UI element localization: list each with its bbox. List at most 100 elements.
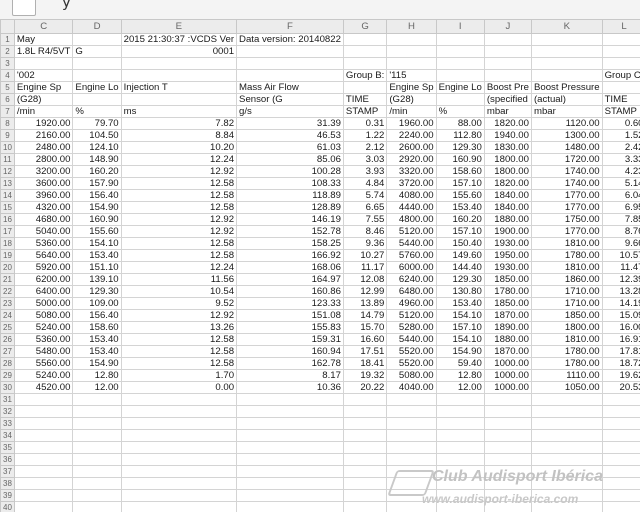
cell[interactable]: 5280.00 — [386, 321, 437, 334]
cell[interactable]: 160.90 — [72, 213, 122, 226]
cell[interactable]: Engine Lo — [72, 81, 122, 94]
cell[interactable]: 1.8L R4/5VT — [13, 45, 74, 58]
cell[interactable]: Injection T — [120, 81, 238, 94]
cell[interactable]: 1770.00 — [530, 201, 603, 214]
cell[interactable]: 2015 21:30:37 :VCDS Ver — [120, 33, 238, 46]
cell[interactable] — [236, 501, 344, 512]
cell[interactable]: 1.22 — [342, 129, 388, 142]
cell[interactable]: 6.65 — [342, 201, 388, 214]
cell[interactable]: 1710.00 — [530, 297, 603, 310]
cell[interactable]: 4440.00 — [386, 201, 437, 214]
cell[interactable]: Group B: — [342, 69, 388, 82]
cell[interactable] — [72, 33, 122, 46]
cell[interactable] — [13, 477, 74, 490]
cell[interactable] — [120, 477, 238, 490]
cell[interactable]: 1870.00 — [483, 345, 532, 358]
cell[interactable]: 15.70 — [342, 321, 388, 334]
row-header[interactable]: 34 — [0, 429, 15, 442]
cell[interactable]: Boost Pre — [483, 81, 532, 94]
cell[interactable]: 1780.00 — [530, 345, 603, 358]
row-header[interactable]: 37 — [0, 465, 15, 478]
cell[interactable] — [386, 489, 437, 502]
cell[interactable] — [72, 57, 122, 70]
cell[interactable] — [435, 57, 485, 70]
cell[interactable] — [386, 501, 437, 512]
cell[interactable]: 1300.00 — [530, 129, 603, 142]
cell[interactable]: 139.10 — [72, 273, 122, 286]
cell[interactable]: 160.20 — [435, 213, 485, 226]
cell[interactable]: 61.03 — [236, 141, 344, 154]
cell[interactable]: G — [72, 45, 122, 58]
cell[interactable]: 157.90 — [72, 177, 122, 190]
column-header[interactable]: C — [13, 19, 74, 34]
cell[interactable]: 8.17 — [236, 369, 344, 382]
cell[interactable] — [435, 69, 485, 82]
cell[interactable]: 12.58 — [120, 345, 238, 358]
cell[interactable] — [342, 429, 388, 442]
spreadsheet-grid[interactable]: CDEFGHIJKLMNOP 1May 2015 21:30:37 :VCDS V… — [0, 19, 640, 512]
cell[interactable] — [120, 453, 238, 466]
cell[interactable]: 1770.00 — [530, 225, 603, 238]
row-header[interactable]: 11 — [0, 153, 15, 166]
cell[interactable]: 1050.00 — [530, 381, 603, 394]
cell[interactable] — [72, 93, 122, 106]
row-header[interactable]: 33 — [0, 417, 15, 430]
cell[interactable]: 79.70 — [72, 117, 122, 130]
cell[interactable] — [483, 501, 532, 512]
cell[interactable]: 5120.00 — [386, 309, 437, 322]
cell[interactable]: 1120.00 — [530, 117, 603, 130]
cell[interactable]: 5440.00 — [386, 333, 437, 346]
cell[interactable] — [72, 453, 122, 466]
cell[interactable]: 3720.00 — [386, 177, 437, 190]
cell[interactable]: 129.30 — [435, 273, 485, 286]
cell[interactable]: 12.80 — [435, 369, 485, 382]
cell[interactable]: 152.78 — [236, 225, 344, 238]
cell[interactable] — [530, 477, 603, 490]
cell[interactable]: 1800.00 — [483, 153, 532, 166]
cell[interactable] — [13, 501, 74, 512]
cell[interactable] — [435, 45, 485, 58]
cell[interactable] — [342, 393, 388, 406]
cell[interactable]: 154.10 — [435, 333, 485, 346]
toolbar-button[interactable] — [12, 0, 36, 16]
cell[interactable]: 1800.00 — [530, 321, 603, 334]
cell[interactable] — [601, 501, 640, 512]
cell[interactable]: 9.52 — [120, 297, 238, 310]
cell[interactable]: 12.24 — [120, 261, 238, 274]
cell[interactable]: 5240.00 — [13, 321, 74, 334]
cell[interactable]: 12.80 — [72, 369, 122, 382]
cell[interactable] — [601, 429, 640, 442]
cell[interactable]: 6.95 — [601, 201, 640, 214]
cell[interactable]: 17.51 — [342, 345, 388, 358]
cell[interactable]: 12.58 — [120, 189, 238, 202]
cell[interactable] — [601, 33, 640, 46]
cell[interactable] — [530, 429, 603, 442]
cell[interactable] — [386, 477, 437, 490]
cell[interactable]: 158.60 — [435, 165, 485, 178]
row-header[interactable]: 31 — [0, 393, 15, 406]
cell[interactable] — [601, 453, 640, 466]
cell[interactable] — [386, 57, 437, 70]
row-header[interactable]: 35 — [0, 441, 15, 454]
cell[interactable] — [120, 501, 238, 512]
cell[interactable]: 1740.00 — [530, 177, 603, 190]
cell[interactable]: 5520.00 — [386, 345, 437, 358]
row-header[interactable]: 14 — [0, 189, 15, 202]
cell[interactable]: 8.84 — [120, 129, 238, 142]
cell[interactable] — [342, 477, 388, 490]
cell[interactable]: Mass Air Flow — [236, 81, 344, 94]
cell[interactable]: 130.80 — [435, 285, 485, 298]
cell[interactable]: 2160.00 — [13, 129, 74, 142]
cell[interactable] — [13, 405, 74, 418]
cell[interactable]: mbar — [530, 105, 603, 118]
cell[interactable] — [530, 393, 603, 406]
column-header[interactable]: D — [72, 19, 122, 34]
cell[interactable] — [236, 393, 344, 406]
cell[interactable]: 156.40 — [72, 309, 122, 322]
cell[interactable]: 2.42 — [601, 141, 640, 154]
row-header[interactable]: 10 — [0, 141, 15, 154]
cell[interactable]: 155.60 — [435, 189, 485, 202]
cell[interactable] — [601, 393, 640, 406]
cell[interactable]: 11.47 — [601, 261, 640, 274]
cell[interactable] — [483, 57, 532, 70]
